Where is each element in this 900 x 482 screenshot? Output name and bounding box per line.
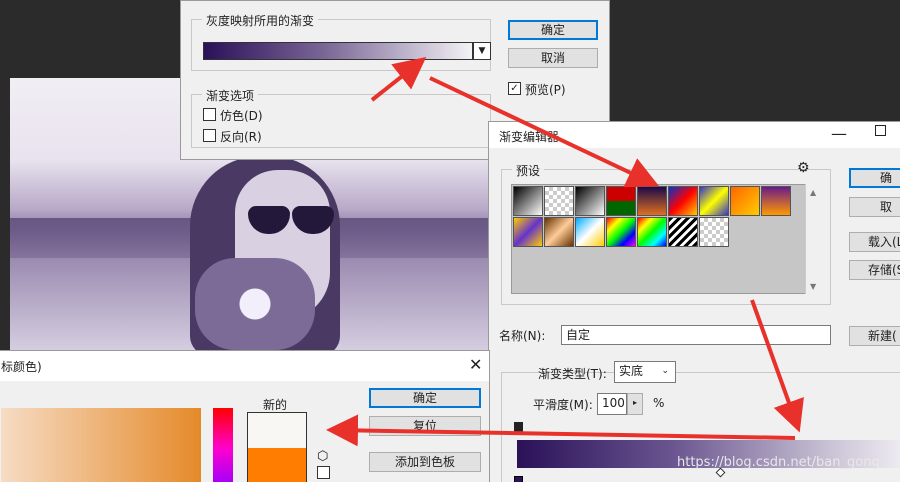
name-label: 名称(N): (499, 329, 546, 343)
preset-swatch[interactable] (575, 217, 605, 247)
new-color-swatch (247, 412, 307, 482)
preset-swatch[interactable] (761, 186, 791, 216)
dither-checkbox[interactable] (203, 108, 216, 121)
preset-swatch[interactable] (637, 217, 667, 247)
cancel-button[interactable]: 取消 (508, 48, 598, 68)
new-button[interactable]: 新建( (849, 326, 900, 346)
preset-swatch[interactable] (668, 186, 698, 216)
dialog-title: 渐变编辑器 (499, 130, 560, 144)
options-title: 渐变选项 (202, 87, 259, 104)
gradient-preview[interactable] (203, 42, 473, 60)
new-label: 新的 (263, 398, 288, 412)
hue-slider[interactable] (213, 408, 233, 482)
gradient-type-value: 实底 (619, 364, 644, 378)
close-icon[interactable]: ✕ (469, 355, 482, 374)
chevron-down-icon: ⌄ (661, 366, 669, 376)
smoothness-stepper[interactable]: ▸ (627, 393, 643, 415)
title-bar: 渐变编辑器 — (489, 122, 900, 148)
preset-swatch[interactable] (513, 186, 543, 216)
cube-icon[interactable]: ⬡ (317, 449, 328, 464)
preset-swatch[interactable] (575, 186, 605, 216)
preset-swatch[interactable] (637, 186, 667, 216)
presets-scrollbar[interactable] (805, 184, 821, 294)
gradient-options-group: 渐变选项 仿色(D) 反向(R) (191, 87, 491, 148)
reset-button[interactable]: 复位 (369, 416, 481, 436)
save-button[interactable]: 存储(S (849, 260, 900, 280)
current-color (248, 448, 306, 482)
scroll-up-icon[interactable]: ▲ (810, 188, 816, 197)
dither-label: 仿色(D) (220, 109, 263, 123)
ok-button[interactable]: 确定 (508, 20, 598, 40)
reverse-checkbox[interactable] (203, 129, 216, 142)
web-color-checkbox[interactable] (317, 466, 330, 479)
opacity-stop[interactable] (514, 422, 523, 434)
smoothness-label: 平滑度(M): (533, 398, 593, 412)
gradient-type-select[interactable]: 实底 ⌄ (614, 361, 676, 383)
new-color (248, 413, 306, 448)
cancel-button[interactable]: 取 (849, 197, 900, 217)
watermark: https://blog.csdn.net/ban_gong (677, 455, 880, 470)
name-field[interactable]: 自定 (561, 325, 831, 345)
load-button[interactable]: 载入(L (849, 232, 900, 252)
preset-swatch[interactable] (699, 186, 729, 216)
gradient-editor-dialog: 渐变编辑器 — 预设 ⚙ ▲ ▼ 确 取 载入(L 存储(S 名称(N): 自定… (488, 121, 900, 482)
reverse-label: 反向(R) (220, 130, 262, 144)
dialog-title: 标颜色) (1, 360, 42, 374)
maximize-icon[interactable] (875, 125, 886, 136)
preset-swatch[interactable] (544, 186, 574, 216)
ok-button[interactable]: 确定 (369, 388, 481, 408)
preset-swatch[interactable] (668, 217, 698, 247)
gear-icon[interactable]: ⚙ (797, 160, 810, 176)
smoothness-unit: % (653, 396, 665, 410)
presets-title: 预设 (512, 162, 545, 179)
add-to-swatches-button[interactable]: 添加到色板 (369, 452, 481, 472)
smoothness-field[interactable]: 100 (597, 393, 627, 415)
preset-swatches (511, 184, 809, 294)
gradient-group-title: 灰度映射所用的渐变 (202, 12, 319, 29)
preset-swatch[interactable] (606, 217, 636, 247)
title-bar: 标颜色) ✕ (0, 351, 489, 381)
gradient-type-label: 渐变类型(T): (538, 367, 607, 381)
preview-checkbox[interactable]: ✓ (508, 82, 521, 95)
color-field[interactable] (1, 408, 201, 482)
chevron-down-icon[interactable]: ▼ (473, 42, 491, 60)
minimize-icon[interactable]: — (831, 124, 847, 143)
color-stop[interactable] (514, 476, 523, 482)
preset-swatch[interactable] (544, 217, 574, 247)
preset-swatch[interactable] (606, 186, 636, 216)
flower-bouquet (195, 258, 315, 350)
scroll-down-icon[interactable]: ▼ (810, 282, 816, 291)
ok-button[interactable]: 确 (849, 168, 900, 188)
color-picker-dialog: 标颜色) ✕ 新的 ⬡ 确定 复位 添加到色板 (0, 350, 490, 482)
preset-swatch[interactable] (513, 217, 543, 247)
preview-label: 预览(P) (525, 83, 566, 97)
preset-swatch[interactable] (730, 186, 760, 216)
gradient-group: 灰度映射所用的渐变 ▼ (191, 12, 491, 71)
preset-swatch[interactable] (699, 217, 729, 247)
